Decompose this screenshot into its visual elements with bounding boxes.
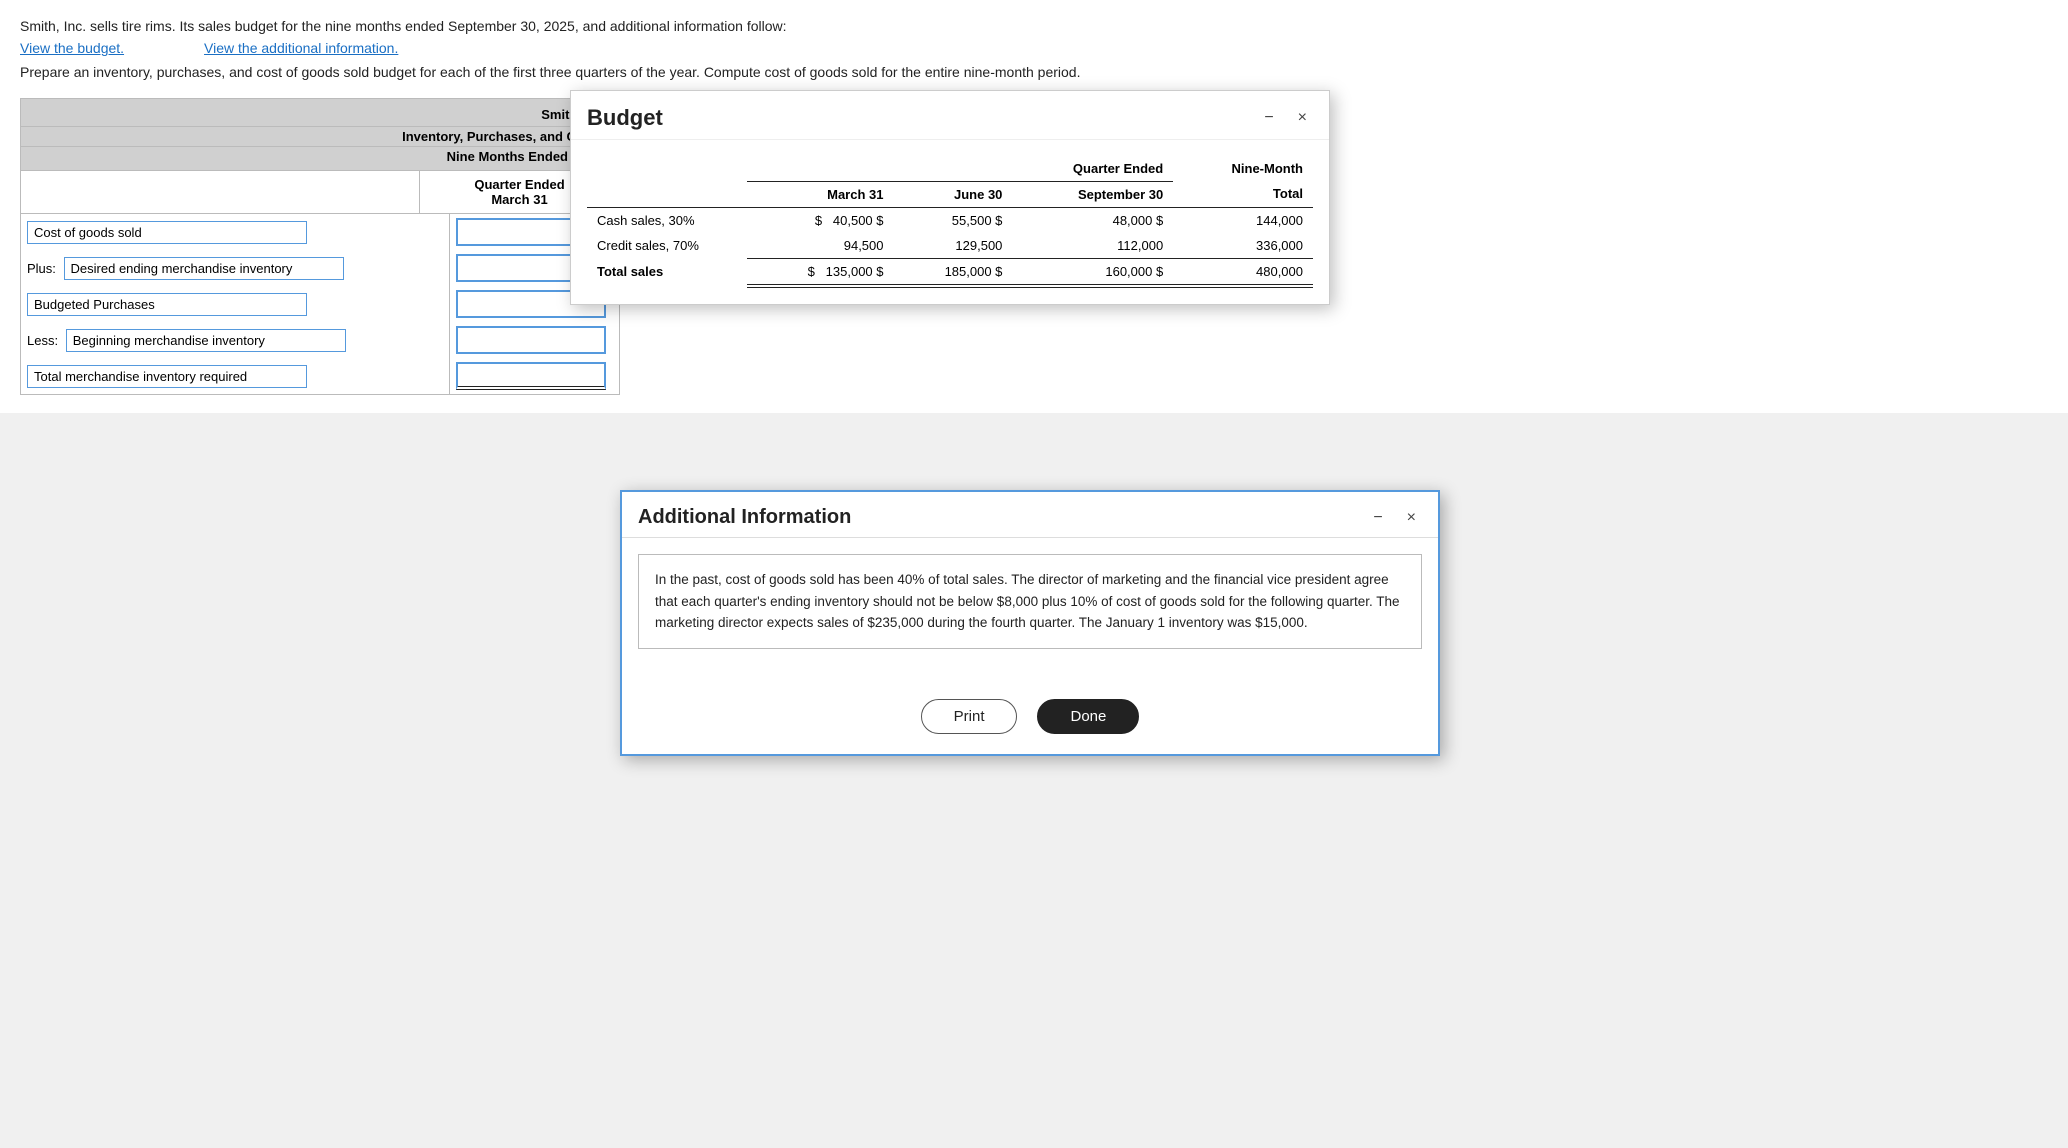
row-label-desired: Desired ending merchandise inventory — [64, 257, 344, 280]
sheet-title: Inventory, Purchases, and Cost o — [20, 127, 620, 147]
additional-modal-footer: Print Done — [622, 685, 1438, 754]
additional-info-box: In the past, cost of goods sold has been… — [638, 554, 1422, 649]
budget-label-col — [587, 181, 747, 207]
budget-empty-header — [587, 156, 747, 181]
budget-total-sales-row: Total sales $ 135,000 $ 185,000 $ 160,00… — [587, 258, 1313, 286]
additional-modal-header: Additional Information − × — [622, 492, 1438, 538]
row-label-beginning: Beginning merchandise inventory — [66, 329, 346, 352]
table-row: Total merchandise inventory required — [21, 358, 620, 395]
table-row: Budgeted Purchases — [21, 286, 620, 322]
additional-minimize-button[interactable]: − — [1367, 507, 1388, 529]
budget-cash-label: Cash sales, 30% — [587, 207, 747, 233]
budget-total-june: 185,000 $ — [894, 258, 1013, 286]
budget-cash-sales-row: Cash sales, 30% $ 40,500 $ 55,500 $ 48,0… — [587, 207, 1313, 233]
additional-close-button[interactable]: × — [1401, 507, 1422, 529]
budget-table: Quarter Ended Nine-Month March 31 June 3… — [587, 156, 1313, 288]
budget-col-header-row: March 31 June 30 September 30 Total — [587, 181, 1313, 207]
row-label-purchases: Budgeted Purchases — [27, 293, 307, 316]
row-label-cogs: Cost of goods sold — [27, 221, 307, 244]
budget-cash-total: 144,000 — [1173, 207, 1313, 233]
sheet-col-header: Quarter Ended March 31 — [20, 171, 620, 214]
print-button[interactable]: Print — [921, 699, 1018, 734]
budget-modal-header: Budget − × — [571, 91, 1329, 140]
budget-total-label: Total sales — [587, 258, 747, 286]
budget-modal-controls: − × — [1258, 107, 1313, 129]
budget-total-total: 480,000 — [1173, 258, 1313, 286]
sheet-company: Smith, Inc. — [20, 98, 620, 127]
row-label-total: Total merchandise inventory required — [27, 365, 307, 388]
additional-modal-body: In the past, cost of goods sold has been… — [622, 538, 1438, 685]
budget-credit-june: 129,500 — [894, 233, 1013, 259]
input-beginning[interactable] — [456, 326, 606, 354]
budget-credit-label: Credit sales, 70% — [587, 233, 747, 259]
budget-cash-sep: 48,000 $ — [1012, 207, 1173, 233]
budget-cash-march: $ 40,500 $ — [747, 207, 894, 233]
table-row: Less: Beginning merchandise inventory — [21, 322, 620, 358]
less-label: Less: — [27, 333, 58, 348]
budget-credit-sep: 112,000 — [1012, 233, 1173, 259]
budget-modal-body: Quarter Ended Nine-Month March 31 June 3… — [571, 140, 1329, 304]
view-budget-link[interactable]: View the budget. — [20, 40, 124, 56]
additional-modal-title: Additional Information — [638, 506, 851, 529]
budget-col-march: March 31 — [747, 181, 894, 207]
budget-col-total: Total — [1173, 181, 1313, 207]
budget-modal-title: Budget — [587, 105, 663, 131]
table-row: Cost of goods sold — [21, 214, 620, 250]
additional-modal: Additional Information − × In the past, … — [620, 490, 1440, 756]
budget-close-button[interactable]: × — [1292, 107, 1313, 129]
budget-minimize-button[interactable]: − — [1258, 107, 1279, 129]
budget-nine-month-header: Nine-Month — [1173, 156, 1313, 181]
plus-label: Plus: — [27, 261, 56, 276]
prepare-text: Prepare an inventory, purchases, and cos… — [20, 64, 2048, 80]
budget-credit-total: 336,000 — [1173, 233, 1313, 259]
additional-modal-controls: − × — [1367, 507, 1422, 529]
budget-col-september: September 30 — [1012, 181, 1173, 207]
intro-text: Smith, Inc. sells tire rims. Its sales b… — [20, 18, 2048, 34]
budget-cash-june: 55,500 $ — [894, 207, 1013, 233]
view-additional-link[interactable]: View the additional information. — [204, 40, 398, 56]
done-button[interactable]: Done — [1037, 699, 1139, 734]
budget-header-group-row: Quarter Ended Nine-Month — [587, 156, 1313, 181]
input-total[interactable] — [456, 362, 606, 390]
table-row: Plus: Desired ending merchandise invento… — [21, 250, 620, 286]
sheet-table: Cost of goods sold Plus: Desired ending … — [20, 214, 620, 395]
budget-credit-sales-row: Credit sales, 70% 94,500 129,500 112,000… — [587, 233, 1313, 259]
budget-quarter-header: Quarter Ended — [747, 156, 1173, 181]
budget-modal: Budget − × Quarter Ended Nine-Month Marc… — [570, 90, 1330, 305]
budget-total-march: $ 135,000 $ — [747, 258, 894, 286]
sheet-period: Nine Months Ended Septe — [20, 147, 620, 171]
budget-credit-march: 94,500 — [747, 233, 894, 259]
links-row: View the budget. View the additional inf… — [20, 40, 2048, 56]
budget-col-june: June 30 — [894, 181, 1013, 207]
budget-total-sep: 160,000 $ — [1012, 258, 1173, 286]
